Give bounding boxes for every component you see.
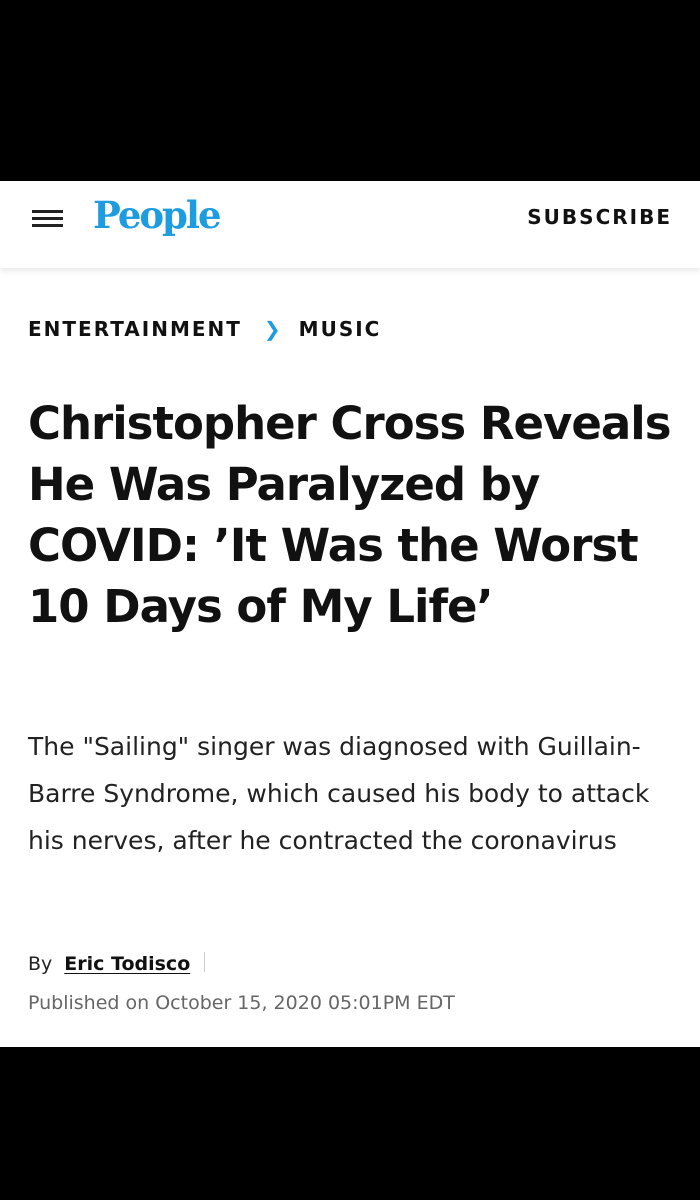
article-page: People SUBSCRIBE ENTERTAINMENT ❯ MUSIC C…	[0, 181, 700, 1047]
byline-divider	[204, 952, 206, 972]
site-header: People SUBSCRIBE	[0, 181, 700, 268]
author-link[interactable]: Eric Todisco	[64, 953, 190, 975]
byline-prefix: By	[28, 953, 53, 975]
byline: By Eric Todisco	[28, 950, 206, 975]
article-dek: The "Sailing" singer was diagnosed with …	[28, 732, 650, 855]
published-date: Published on October 15, 2020 05:01PM ED…	[28, 992, 455, 1014]
chevron-right-icon: ❯	[263, 317, 283, 341]
breadcrumb: ENTERTAINMENT ❯ MUSIC	[28, 317, 381, 341]
article-headline: Christopher Cross Reveals He Was Paralyz…	[28, 397, 672, 633]
hamburger-menu-icon[interactable]	[32, 207, 63, 231]
people-logo[interactable]: People	[93, 193, 222, 237]
subscribe-button[interactable]: SUBSCRIBE	[527, 205, 672, 229]
breadcrumb-music[interactable]: MUSIC	[299, 317, 382, 341]
breadcrumb-entertainment[interactable]: ENTERTAINMENT	[28, 317, 242, 341]
